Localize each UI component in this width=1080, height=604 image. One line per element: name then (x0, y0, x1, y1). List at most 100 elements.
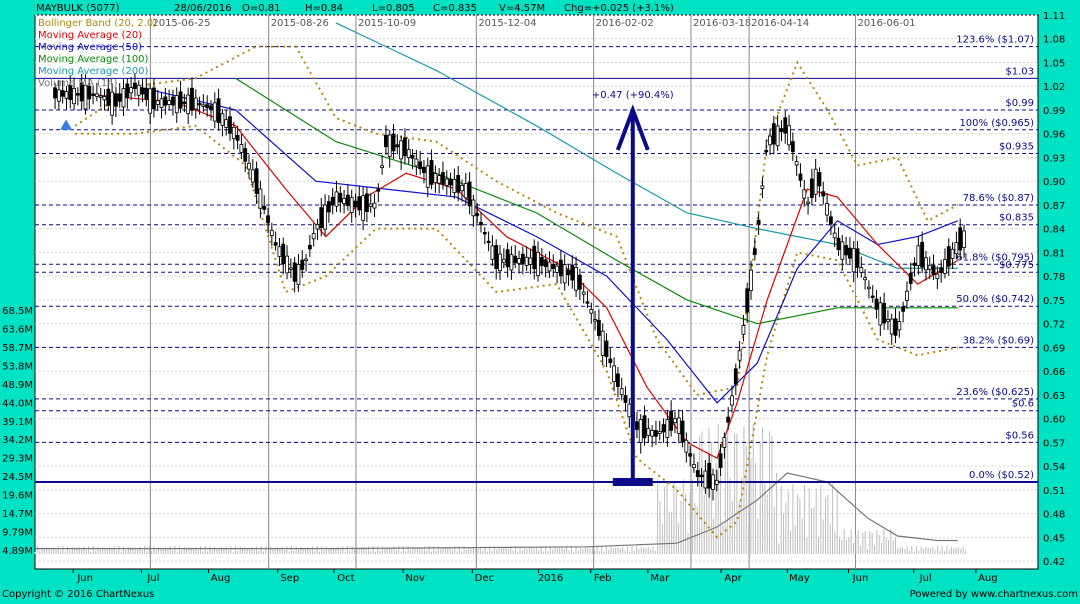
candle-body (212, 102, 217, 122)
candle-body (300, 259, 305, 270)
volume-tick-label: 24.5M (2, 472, 33, 483)
candle-body (916, 245, 921, 267)
header-volume: V=4.57M (499, 3, 545, 14)
month-label: Jul (919, 573, 932, 584)
candle-body (790, 141, 795, 153)
candle-body (94, 93, 99, 97)
candle-body (326, 201, 331, 213)
candle-body (536, 251, 540, 276)
price-tick-label: 0.54 (1043, 462, 1065, 473)
candle-body (353, 200, 358, 208)
candle-body (927, 264, 932, 270)
candle-body (593, 319, 597, 322)
candle-body (954, 242, 959, 254)
candle-body (794, 161, 799, 166)
candle-body (110, 91, 115, 116)
candle-body (665, 418, 670, 438)
volume-tick-label: 63.6M (2, 324, 33, 335)
candle-body (380, 165, 385, 168)
volume-tick-label: 53.8M (2, 361, 33, 372)
candle-body (266, 215, 270, 224)
candle-body (699, 474, 704, 478)
candle-body (155, 100, 160, 105)
candle-body (117, 93, 122, 102)
header-low: L=0.805 (372, 3, 415, 14)
candle-body (775, 125, 780, 147)
candle-body (384, 134, 388, 148)
candle-body (783, 117, 788, 134)
price-tick-label: 0.63 (1043, 391, 1065, 402)
candle-body (867, 286, 871, 290)
candle-body (817, 172, 822, 187)
candle-body (224, 119, 229, 128)
price-tick-label: 1.11 (1043, 11, 1065, 22)
price-tick-label: 0.90 (1043, 177, 1065, 188)
date-marker-label: 2015-10-09 (358, 18, 416, 29)
volume-tick-label: 4.89M (2, 546, 33, 557)
candle-body (695, 470, 700, 478)
chart-root: 0.42 0.45 0.48 0.51 0.54 0.57 0.60 0.63 0.66 0.69… (0, 0, 1080, 600)
legend-item: Bollinger Band (20, 2.0) (38, 18, 157, 29)
date-marker-label: 2015-06-25 (152, 18, 210, 29)
volume-tick-label: 58.7M (2, 343, 33, 354)
volume-tick-label: 29.3M (2, 454, 33, 465)
legend-item: Moving Average (50) (38, 42, 142, 53)
candle-body (254, 168, 259, 194)
candle-body (654, 430, 658, 437)
candle-body (456, 174, 461, 193)
candle-body (886, 319, 890, 322)
candle-body (342, 197, 346, 204)
month-label: 2016 (538, 573, 563, 584)
candle-body (684, 439, 689, 453)
candle-body (395, 144, 400, 148)
candle-body (288, 267, 293, 270)
price-tick-label: 0.45 (1043, 533, 1065, 544)
candle-body (75, 93, 80, 96)
candle-body (315, 224, 320, 230)
candle-body (863, 277, 868, 281)
price-tick-label: 0.81 (1043, 248, 1065, 259)
candle-body (167, 100, 172, 105)
candle-body (422, 166, 426, 174)
candle-body (250, 169, 255, 183)
candle-body (501, 258, 506, 263)
candle-body (345, 194, 350, 207)
candle-body (733, 368, 738, 385)
candle-body (365, 193, 369, 212)
candle-body (64, 91, 69, 99)
candle-body (498, 253, 502, 272)
level-label: 23.6% ($0.625) (956, 387, 1034, 398)
candle-body (292, 262, 297, 282)
candle-body (779, 128, 784, 132)
level-label: 78.6% ($0.87) (963, 193, 1034, 204)
candle-body (889, 318, 894, 335)
candle-body (566, 269, 571, 276)
date-marker-label: 2016-03-18 (693, 18, 751, 29)
candle-body (726, 416, 731, 423)
candle-body (319, 207, 324, 228)
candle-body (403, 137, 407, 157)
candle-body (821, 191, 826, 197)
candle-body (623, 395, 628, 403)
candle-body (235, 134, 240, 141)
candle-body (840, 241, 845, 260)
volume-tick-label: 14.7M (2, 509, 33, 520)
candle-body (437, 175, 442, 184)
candle-body (136, 84, 141, 96)
candle-body (570, 264, 575, 281)
footer-powered: Powered by www.chartnexus.com (910, 589, 1078, 600)
candle-body (463, 183, 468, 199)
level-label: $0.6 (1012, 399, 1034, 410)
candle-body (931, 265, 936, 276)
candle-body (56, 89, 61, 102)
candle-body (273, 242, 278, 246)
candle-body (201, 104, 206, 107)
level-label: 0.0% ($0.52) (969, 470, 1034, 481)
candle-body (121, 88, 126, 108)
candle-body (106, 88, 111, 106)
candle-body (844, 245, 848, 256)
candle-body (425, 165, 430, 188)
candle-body (307, 244, 312, 250)
price-tick-label: 0.57 (1043, 438, 1065, 449)
price-tick-label: 1.08 (1043, 35, 1065, 46)
